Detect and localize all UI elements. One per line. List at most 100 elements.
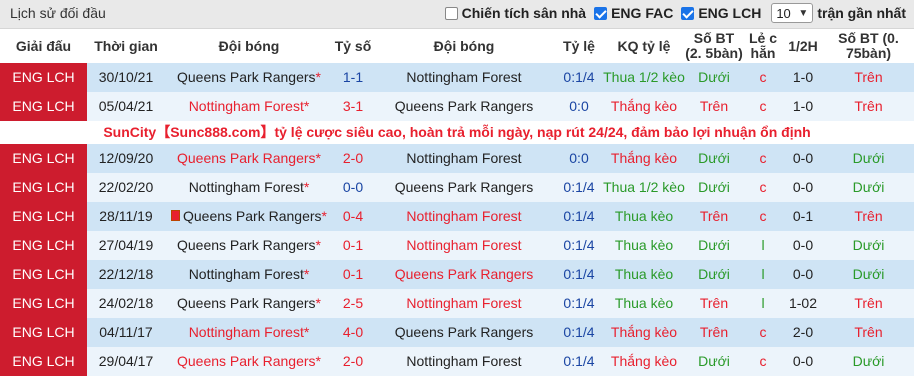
home-team-cell[interactable]: Queens Park Rangers* [165, 231, 333, 260]
league-cell[interactable]: ENG LCH [0, 63, 87, 92]
half-time-cell: 1-0 [783, 92, 823, 121]
league-cell[interactable]: ENG LCH [0, 92, 87, 121]
away-team-cell[interactable]: Nottingham Forest [373, 231, 555, 260]
home-team-cell[interactable]: Queens Park Rangers* [165, 63, 333, 92]
half-time-cell: 0-0 [783, 231, 823, 260]
red-card-icon [171, 210, 180, 221]
league-cell[interactable]: ENG LCH [0, 347, 87, 376]
col-bt075: Số BT (0. 75bàn) [823, 29, 914, 63]
col-home: Đội bóng [165, 29, 333, 63]
col-time: Thời gian [87, 29, 165, 63]
half-time-cell: 0-0 [783, 347, 823, 376]
away-team-cell[interactable]: Queens Park Rangers [373, 260, 555, 289]
bt075-cell: Dưới [823, 231, 914, 260]
score-cell[interactable]: 0-1 [333, 260, 373, 289]
odds-result-cell: Thua 1/2 kèo [603, 63, 685, 92]
home-team-cell[interactable]: Nottingham Forest* [165, 92, 333, 121]
score-cell[interactable]: 1-1 [333, 63, 373, 92]
score-cell[interactable]: 0-1 [333, 231, 373, 260]
odds-cell: 0:0 [555, 144, 603, 173]
league-cell[interactable]: ENG LCH [0, 202, 87, 231]
odd-even-cell: c [743, 144, 783, 173]
bt25-cell: Trên [685, 318, 743, 347]
table-row: ENG LCH 28/11/19 Queens Park Rangers* 0-4 No… [0, 202, 914, 231]
home-team-name: Nottingham Forest [188, 179, 304, 195]
home-team-name: Nottingham Forest [188, 324, 304, 340]
league-cell[interactable]: ENG LCH [0, 289, 87, 318]
score-cell[interactable]: 4-0 [333, 318, 373, 347]
home-team-cell[interactable]: Queens Park Rangers* [165, 202, 333, 231]
bt25-cell: Dưới [685, 231, 743, 260]
table-row: ENG LCH 24/02/18 Queens Park Rangers* 2-5 No… [0, 289, 914, 318]
odd-even-cell: c [743, 92, 783, 121]
bt25-cell: Trên [685, 289, 743, 318]
score-cell[interactable]: 2-0 [333, 347, 373, 376]
home-marker: * [315, 295, 321, 311]
bt25-cell: Dưới [685, 260, 743, 289]
date-cell: 24/02/18 [87, 289, 165, 318]
eng-lch-label: ENG LCH [698, 5, 762, 21]
league-cell[interactable]: ENG LCH [0, 318, 87, 347]
odds-result-cell: Thắng kèo [603, 92, 685, 121]
away-team-cell[interactable]: Nottingham Forest [373, 289, 555, 318]
league-cell[interactable]: ENG LCH [0, 231, 87, 260]
bt25-cell: Trên [685, 202, 743, 231]
home-record-label: Chiến tích sân nhà [461, 5, 587, 21]
league-cell[interactable]: ENG LCH [0, 173, 87, 202]
odds-cell: 0:1/4 [555, 289, 603, 318]
bt25-cell: Dưới [685, 63, 743, 92]
score-cell[interactable]: 0-0 [333, 173, 373, 202]
bt075-cell: Trên [823, 289, 914, 318]
half-time-cell: 1-0 [783, 63, 823, 92]
home-team-name: Queens Park Rangers [183, 208, 322, 224]
bt075-cell: Trên [823, 202, 914, 231]
home-record-checkbox[interactable] [444, 6, 458, 20]
score-cell[interactable]: 0-4 [333, 202, 373, 231]
match-count-select[interactable]: 10 ▼ [771, 3, 814, 23]
score-cell[interactable]: 2-0 [333, 144, 373, 173]
odds-cell: 0:0 [555, 92, 603, 121]
odds-cell: 0:1/4 [555, 202, 603, 231]
bt25-cell: Dưới [685, 347, 743, 376]
promo-banner-link[interactable]: SunCity【Sunc888.com】tỷ lệ cược siêu cao,… [0, 121, 914, 144]
eng-lch-checkbox[interactable] [681, 6, 695, 20]
eng-fac-label: ENG FAC [611, 5, 674, 21]
odds-result-cell: Thua kèo [603, 260, 685, 289]
home-team-cell[interactable]: Nottingham Forest* [165, 173, 333, 202]
table-row: ENG LCH 29/04/17 Queens Park Rangers* 2-0 No… [0, 347, 914, 376]
home-team-cell[interactable]: Nottingham Forest* [165, 260, 333, 289]
away-team-cell[interactable]: Nottingham Forest [373, 202, 555, 231]
away-team-cell[interactable]: Queens Park Rangers [373, 173, 555, 202]
h2h-header: Lịch sử đối đầu Chiến tích sân nhà ENG F… [0, 0, 914, 29]
table-header-row: Giải đấu Thời gian Đội bóng Tỷ số Đội bó… [0, 29, 914, 63]
bt075-cell: Dưới [823, 173, 914, 202]
odds-result-cell: Thắng kèo [603, 318, 685, 347]
odds-result-cell: Thua kèo [603, 289, 685, 318]
home-team-name: Queens Park Rangers [177, 150, 316, 166]
away-team-cell[interactable]: Queens Park Rangers [373, 92, 555, 121]
away-team-cell[interactable]: Nottingham Forest [373, 63, 555, 92]
half-time-cell: 2-0 [783, 318, 823, 347]
home-team-cell[interactable]: Queens Park Rangers* [165, 289, 333, 318]
date-cell: 04/11/17 [87, 318, 165, 347]
eng-fac-checkbox[interactable] [594, 6, 608, 20]
col-odds: Tỷ lệ [555, 29, 603, 63]
home-team-cell[interactable]: Nottingham Forest* [165, 318, 333, 347]
score-cell[interactable]: 2-5 [333, 289, 373, 318]
score-cell[interactable]: 3-1 [333, 92, 373, 121]
odds-cell: 0:1/4 [555, 347, 603, 376]
odd-even-cell: l [743, 289, 783, 318]
col-bt25: Số BT (2. 5bàn) [685, 29, 743, 63]
league-cell[interactable]: ENG LCH [0, 144, 87, 173]
odds-cell: 0:1/4 [555, 260, 603, 289]
away-team-cell[interactable]: Nottingham Forest [373, 144, 555, 173]
table-row: ENG LCH 22/12/18 Nottingham Forest* 0-1 Quee… [0, 260, 914, 289]
home-team-name: Queens Park Rangers [177, 295, 316, 311]
home-team-cell[interactable]: Queens Park Rangers* [165, 144, 333, 173]
away-team-cell[interactable]: Queens Park Rangers [373, 318, 555, 347]
home-team-cell[interactable]: Queens Park Rangers* [165, 347, 333, 376]
league-cell[interactable]: ENG LCH [0, 260, 87, 289]
match-count-value: 10 [776, 5, 791, 21]
home-marker: * [303, 266, 310, 282]
away-team-cell[interactable]: Nottingham Forest [373, 347, 555, 376]
